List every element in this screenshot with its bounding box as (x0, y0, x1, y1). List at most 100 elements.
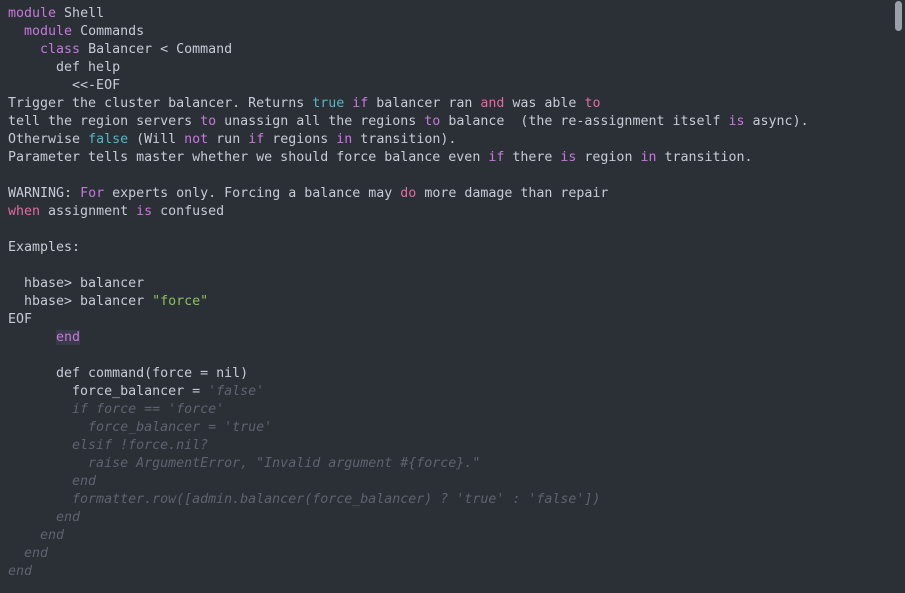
code-token: module (8, 6, 57, 21)
code-token: end (8, 474, 97, 489)
code-line: elsif !force.nil? (8, 437, 890, 455)
code-line: def help (8, 59, 890, 77)
code-token: if (248, 132, 265, 147)
code-token: transition. (656, 150, 753, 165)
code-token: Otherwise (8, 132, 89, 147)
code-token: in (336, 132, 353, 147)
code-token: was able (504, 96, 585, 111)
code-line: force_balancer = 'true' (8, 419, 890, 437)
code-token: in (640, 150, 657, 165)
code-line: end (8, 473, 890, 491)
code-token: there (504, 150, 561, 165)
code-line: Otherwise false (Will not run if regions… (8, 131, 890, 149)
code-token: formatter.row([admin.balancer(force_bala… (8, 492, 601, 507)
code-token: EOF (8, 312, 33, 327)
code-token: transition). (352, 132, 457, 147)
code-token: do (400, 186, 417, 201)
code-line: when assignment is confused (8, 203, 890, 221)
code-line: raise ArgumentError, "Invalid argument #… (8, 455, 890, 473)
code-token: is (728, 114, 745, 129)
code-token: not (184, 132, 209, 147)
code-line: tell the region servers to unassign all … (8, 113, 890, 131)
code-token: hbase> balancer (8, 294, 153, 309)
code-token: to (424, 114, 441, 129)
code-token: regions (264, 132, 337, 147)
code-editor-pane: module Shell module Commands class Balan… (0, 0, 905, 593)
code-token: assignment (40, 204, 137, 219)
code-token: unassign all the regions (216, 114, 425, 129)
code-line: end (8, 329, 890, 347)
code-token: end (56, 330, 81, 345)
code-token: For (80, 186, 105, 201)
code-line: module Commands (8, 23, 890, 41)
code-line: hbase> balancer (8, 275, 890, 293)
code-token: end (8, 528, 65, 543)
code-line: WARNING: For experts only. Forcing a bal… (8, 185, 890, 203)
code-line: end (8, 509, 890, 527)
code-token: end (8, 546, 49, 561)
code-token: balance (the re-assignment itself (440, 114, 729, 129)
code-token: force_balancer = (8, 384, 209, 399)
code-token: when (8, 204, 41, 219)
code-content-area[interactable]: module Shell module Commands class Balan… (0, 0, 890, 581)
code-token: tell the region servers (8, 114, 201, 129)
code-token: Examples: (8, 240, 81, 255)
code-token: WARNING: (8, 186, 81, 201)
code-line: if force == 'force' (8, 401, 890, 419)
code-token: end (8, 510, 81, 525)
code-token: region (576, 150, 641, 165)
code-line: Trigger the cluster balancer. Returns tr… (8, 95, 890, 113)
code-token: Shell (56, 6, 105, 21)
code-token: to (200, 114, 217, 129)
code-line: hbase> balancer "force" (8, 293, 890, 311)
code-token: def command(force = nil) (8, 366, 249, 381)
code-token: to (584, 96, 601, 111)
code-token: if (488, 150, 505, 165)
code-token: run (208, 132, 249, 147)
code-token: confused (152, 204, 225, 219)
code-line: Parameter tells master whether we should… (8, 149, 890, 167)
code-line: end (8, 527, 890, 545)
code-token: more damage than repair (416, 186, 609, 201)
code-token: 'false' (208, 384, 265, 399)
code-token: <<-EOF (8, 78, 121, 93)
code-token: raise ArgumentError, "Invalid argument #… (8, 456, 481, 471)
code-token: force_balancer = 'true' (8, 420, 273, 435)
code-token: balancer ran (368, 96, 481, 111)
code-line: class Balancer < Command (8, 41, 890, 59)
code-line: EOF (8, 311, 890, 329)
code-token: class (40, 42, 81, 57)
code-token: async). (744, 114, 809, 129)
code-token: end (8, 564, 33, 579)
code-line: Examples: (8, 239, 890, 257)
code-token: false (88, 132, 129, 147)
code-line: end (8, 563, 890, 581)
code-token: Trigger the cluster balancer. Returns (8, 96, 313, 111)
vertical-scrollbar-thumb[interactable] (895, 1, 902, 31)
code-token: is (560, 150, 577, 165)
code-token: hbase> balancer (8, 276, 145, 291)
code-token: Parameter tells master whether we should… (8, 150, 489, 165)
code-token: experts only. Forcing a balance may (104, 186, 401, 201)
vertical-scrollbar-track[interactable] (891, 0, 905, 593)
code-token: Balancer < Command (80, 42, 233, 57)
code-token: if force == 'force' (8, 402, 225, 417)
code-token: module (24, 24, 73, 39)
code-line: formatter.row([admin.balancer(force_bala… (8, 491, 890, 509)
code-token: elsif !force.nil? (8, 438, 209, 453)
code-line: <<-EOF (8, 77, 890, 95)
code-token: true (312, 96, 345, 111)
code-line: end (8, 545, 890, 563)
code-token: and (480, 96, 505, 111)
code-token: def help (8, 60, 121, 75)
code-token: (Will (128, 132, 185, 147)
code-line: module Shell (8, 5, 890, 23)
code-token: if (352, 96, 369, 111)
